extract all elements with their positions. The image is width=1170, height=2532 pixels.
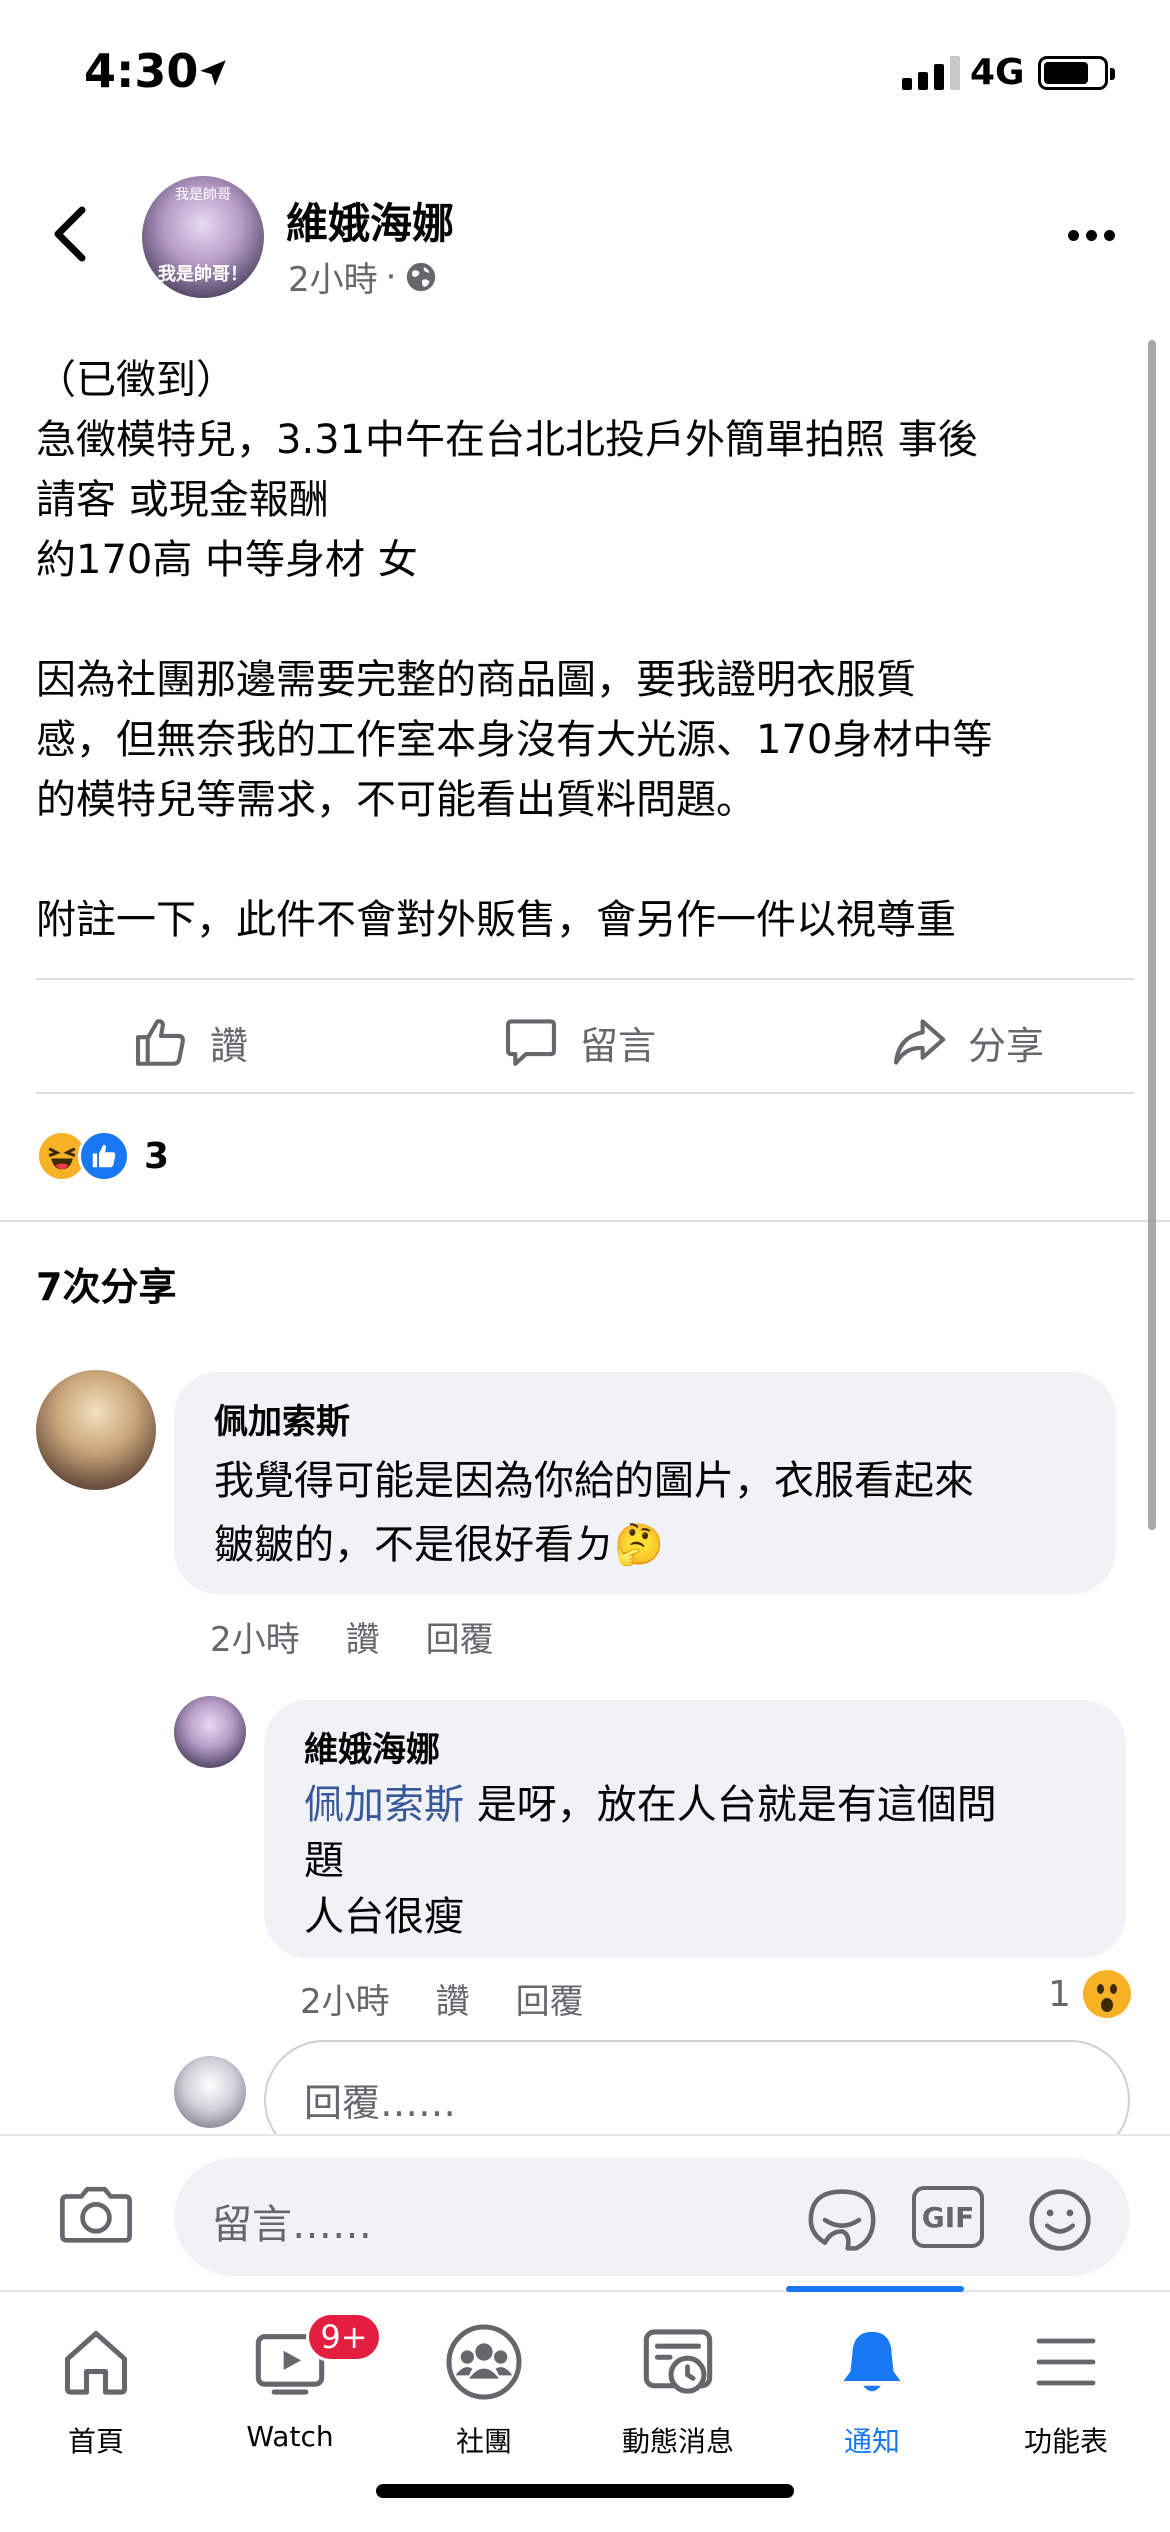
tab-home[interactable]: 首頁 (16, 2320, 176, 2460)
news-feed-clock-icon (643, 2329, 713, 2394)
tab-menu[interactable]: 功能表 (986, 2320, 1146, 2460)
like-reaction-icon (78, 1130, 130, 1182)
tab-news-feed[interactable]: 動態消息 (598, 2320, 758, 2460)
reply-like-link[interactable]: 讚 (436, 1974, 470, 2023)
commenter-name[interactable]: 佩加索斯 (214, 1394, 1076, 1443)
post-line: ​ (36, 830, 1136, 890)
like-button[interactable]: 讚 (132, 1013, 248, 1071)
scrollbar[interactable] (1148, 340, 1156, 1530)
post-line: 的模特兒等需求，不可能看出質料問題。 (36, 777, 756, 823)
mention-link[interactable]: 佩加索斯 (304, 1782, 464, 1828)
post-time: 2小時 (288, 260, 378, 300)
tab-label: 動態消息 (621, 2425, 734, 2458)
hamburger-menu-icon (1036, 2338, 1096, 2386)
watch-badge: 9+ (306, 2312, 382, 2362)
post-header: 我是帥哥 我是帥哥！ 維娥海娜 2小時 · (0, 170, 1170, 300)
post-line: 附註一下，此件不會對外販售，會另作一件以視尊重 (36, 897, 956, 943)
divider (36, 1092, 1134, 1094)
comment-text: 皺皺的，不是很好看ㄉ🤔 (214, 1522, 664, 1568)
share-count[interactable]: 7次分享 (36, 1256, 176, 1311)
signal-strength-icon (902, 56, 960, 90)
location-arrow-icon (200, 60, 226, 86)
tab-label: 功能表 (1023, 2425, 1108, 2458)
reaction-count: 3 (144, 1135, 170, 1177)
tab-label: 社團 (455, 2425, 512, 2458)
comment-bubble: 佩加索斯 我覺得可能是因為你給的圖片，衣服看起來 皺皺的，不是很好看ㄉ🤔 (174, 1372, 1116, 1594)
comment-time: 2小時 (210, 1620, 300, 1660)
share-arrow-icon (893, 1019, 946, 1065)
current-user-avatar (174, 2056, 246, 2128)
comment-reply-link[interactable]: 回覆 (426, 1612, 494, 1661)
tab-label: 通知 (843, 2425, 900, 2458)
share-label: 分享 (968, 1023, 1045, 1068)
divider (36, 978, 1134, 980)
camera-icon[interactable] (58, 2180, 134, 2248)
gif-icon[interactable]: GIF (912, 2186, 984, 2248)
reply-text: 人台很瘦 (304, 1894, 464, 1940)
comment-meta: 2小時 讚 回覆 (210, 1612, 494, 1661)
reply-reaction-summary[interactable]: 1 (1048, 1970, 1131, 2018)
emoji-icon[interactable] (1026, 2186, 1094, 2254)
comment-like-link[interactable]: 讚 (346, 1612, 380, 1661)
reply-reaction-count: 1 (1048, 1973, 1071, 2015)
more-options-icon[interactable] (1068, 230, 1115, 241)
active-tab-indicator (786, 2286, 964, 2292)
reply-text-part: 是呀，放在人台就是有這個問 (464, 1782, 997, 1828)
post-body: （已徵到） 急徵模特兒，3.31中午在台北北投戶外簡單拍照 事後 請客 或現金報… (36, 350, 1136, 950)
author-avatar[interactable]: 我是帥哥 我是帥哥！ (142, 176, 264, 298)
sticker-icon[interactable] (804, 2186, 880, 2254)
post-line: 急徵模特兒，3.31中午在台北北投戶外簡單拍照 事後 (36, 417, 978, 463)
thumbs-up-icon (135, 1019, 185, 1066)
back-chevron-icon[interactable] (48, 204, 98, 264)
reply-meta: 2小時 讚 回覆 (300, 1974, 584, 2023)
avatar-caption: 我是帥哥！ (158, 264, 248, 285)
reply-time: 2小時 (300, 1982, 390, 2022)
commenter-avatar[interactable] (36, 1370, 156, 1490)
author-name[interactable]: 維娥海娜 (286, 190, 454, 251)
meta-separator: · (385, 256, 397, 297)
bell-icon (843, 2331, 901, 2392)
post-line: 約170高 中等身材 女 (36, 537, 418, 583)
post-line: 請客 或現金報酬 (36, 477, 329, 523)
reply-author-name[interactable]: 維娥海娜 (304, 1722, 1086, 1771)
avatar-caption-top: 我是帥哥 (175, 187, 231, 203)
reply-author-avatar[interactable] (174, 1696, 246, 1768)
comment-button[interactable]: 留言 (502, 1013, 656, 1071)
post-line: 感，但無奈我的工作室本身沒有大光源、170身材中等 (36, 717, 993, 763)
share-button[interactable]: 分享 (890, 1013, 1044, 1071)
post-action-bar: 讚 留言 分享 (36, 986, 1134, 1098)
comment-placeholder: 留言…… (212, 2202, 372, 2248)
reply-placeholder: 回覆…… (304, 2081, 457, 2125)
comment-label: 留言 (580, 1023, 657, 1068)
wow-reaction-icon (1082, 1970, 1131, 2018)
post-meta: 2小時 · (288, 252, 438, 301)
reaction-summary[interactable]: 3 (36, 1130, 169, 1182)
status-bar: 4:30 4G (0, 0, 1170, 150)
tab-watch[interactable]: 9+ Watch (210, 2312, 382, 2453)
tab-label: 首頁 (67, 2425, 124, 2458)
post-line: ​ (36, 590, 1136, 650)
post-line: 因為社團那邊需要完整的商品圖，要我證明衣服質 (36, 657, 916, 703)
reply-text: 佩加索斯 是呀，放在人台就是有這個問 (304, 1777, 1086, 1833)
divider (0, 1220, 1170, 1222)
tab-notifications[interactable]: 通知 (792, 2320, 952, 2460)
reply-text: 題 (304, 1838, 344, 1884)
reply-reply-link[interactable]: 回覆 (516, 1974, 584, 2023)
home-indicator (376, 2484, 794, 2498)
comment-composer: 留言…… GIF (0, 2134, 1170, 2290)
globe-icon (407, 262, 436, 291)
network-type: 4G (970, 52, 1025, 93)
battery-icon (1038, 56, 1115, 90)
comment-input[interactable]: 留言…… GIF (174, 2158, 1130, 2276)
like-label: 讚 (210, 1023, 249, 1068)
status-time: 4:30 (84, 44, 199, 98)
tab-label: Watch (246, 2420, 334, 2453)
post-line: （已徵到） (36, 357, 236, 403)
groups-icon (446, 2324, 522, 2400)
reply-bubble: 維娥海娜 佩加索斯 是呀，放在人台就是有這個問 題 人台很瘦 (264, 1700, 1126, 1958)
comment-bubble-icon (505, 1019, 557, 1066)
comment-text: 我覺得可能是因為你給的圖片，衣服看起來 (214, 1458, 974, 1504)
tab-groups[interactable]: 社團 (404, 2320, 564, 2460)
home-icon (64, 2330, 128, 2395)
